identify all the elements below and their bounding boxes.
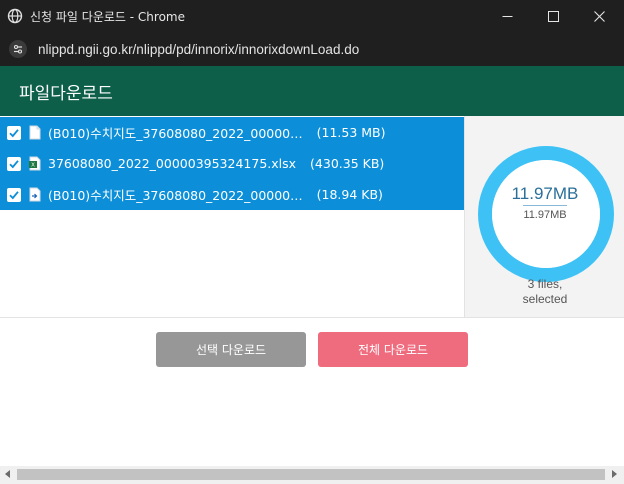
files-count-line: 3 files, (527, 277, 563, 291)
close-button[interactable] (576, 0, 622, 32)
file-checkbox[interactable] (7, 187, 21, 202)
globe-icon (7, 8, 23, 24)
file-size: (11.53 MB) (316, 125, 386, 140)
file-row[interactable]: (B010)수치지도_37608080_2022_00000… (18.94 K… (0, 179, 464, 210)
total-size: 11.97MB (511, 184, 579, 203)
file-row[interactable]: X 37608080_2022_00000395324175.xlsx (430… (0, 148, 464, 179)
horizontal-scrollbar[interactable] (0, 466, 624, 484)
all-download-button[interactable]: 전체 다운로드 (318, 332, 468, 367)
site-info-icon[interactable] (9, 40, 27, 58)
svg-text:X: X (31, 163, 35, 169)
scroll-left-icon[interactable] (5, 470, 10, 478)
scrollbar-thumb[interactable] (17, 469, 605, 480)
shortcut-file-icon (29, 187, 41, 202)
maximize-button[interactable] (530, 0, 576, 32)
file-size: (430.35 KB) (310, 156, 385, 171)
minimize-icon (502, 7, 513, 26)
file-row[interactable]: (B010)수치지도_37608080_2022_00000… (11.53 M… (0, 117, 464, 148)
file-checkbox[interactable] (7, 156, 21, 171)
scroll-right-icon[interactable] (612, 470, 617, 478)
selected-size: 11.97MB (523, 209, 567, 221)
page-header: 파일다운로드 (0, 66, 624, 116)
selected-label: selected (522, 292, 568, 306)
size-divider (523, 205, 567, 206)
window-title: 신청 파일 다운로드 - Chrome (30, 9, 185, 24)
file-name: (B010)수치지도_37608080_2022_00000… (48, 126, 303, 141)
maximize-icon (547, 7, 559, 26)
document-icon (29, 125, 41, 140)
address-bar: nlippd.ngii.go.kr/nlippd/pd/innorix/inno… (0, 32, 624, 66)
selected-download-button[interactable]: 선택 다운로드 (156, 332, 306, 367)
file-name: 37608080_2022_00000395324175.xlsx (48, 156, 297, 171)
file-size: (18.94 KB) (316, 187, 383, 202)
download-summary: 11.97MB 11.97MB 3 files, selected (464, 116, 624, 317)
file-list: (B010)수치지도_37608080_2022_00000… (11.53 M… (0, 116, 464, 317)
excel-file-icon: X (29, 156, 41, 171)
selected-files-count: 3 files, selected (465, 277, 624, 307)
divider (0, 317, 624, 318)
close-icon (593, 7, 605, 26)
page-title: 파일다운로드 (19, 83, 113, 104)
file-checkbox[interactable] (7, 125, 21, 140)
minimize-button[interactable] (484, 0, 530, 32)
url-text[interactable]: nlippd.ngii.go.kr/nlippd/pd/innorix/inno… (38, 42, 359, 57)
file-name: (B010)수치지도_37608080_2022_00000… (48, 188, 303, 203)
window-titlebar: 신청 파일 다운로드 - Chrome (0, 0, 624, 32)
